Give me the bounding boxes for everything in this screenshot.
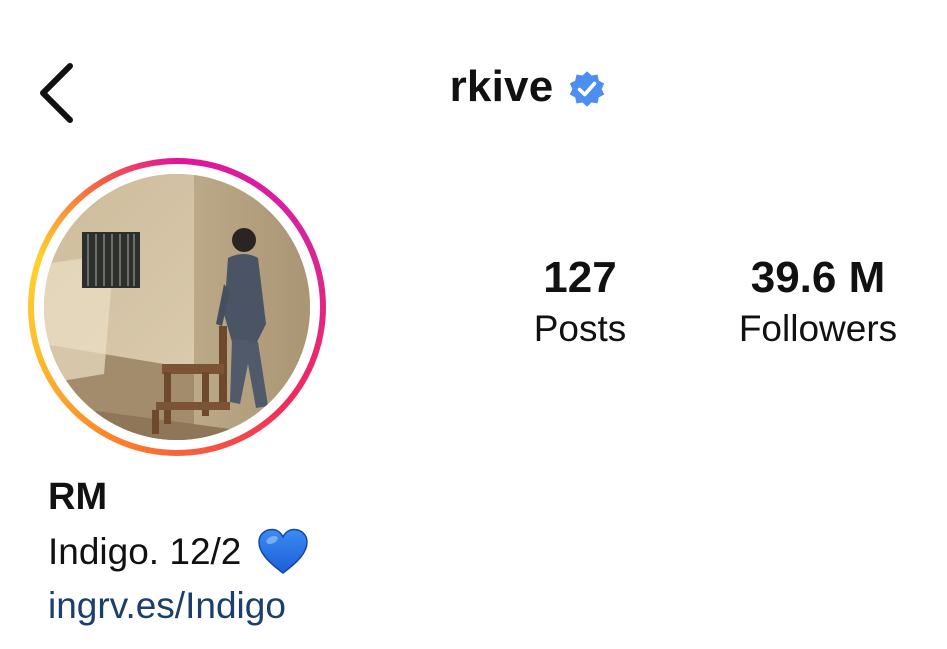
avatar-photo xyxy=(44,174,310,440)
posts-label: Posts xyxy=(533,308,627,349)
profile-username: rkive xyxy=(449,62,554,111)
profile-external-link[interactable]: ingrv.es/Indigo xyxy=(48,585,286,627)
profile-avatar-story-ring[interactable] xyxy=(28,158,326,456)
followers-label: Followers xyxy=(738,308,898,349)
blue-heart-icon xyxy=(258,528,309,574)
posts-count: 127 xyxy=(543,253,617,302)
followers-count: 39.6 M xyxy=(750,253,886,302)
followers-count-stat[interactable]: 39.6 M Followers xyxy=(718,250,918,352)
avatar-ring-gap xyxy=(34,164,320,450)
profile-display-name: RM xyxy=(48,476,108,518)
verified-badge-icon xyxy=(570,71,605,107)
profile-bio-text: Indigo. 12/2 xyxy=(48,531,242,572)
posts-count-stat[interactable]: 127 Posts xyxy=(500,250,660,352)
profile-bio: Indigo. 12/2 xyxy=(48,528,309,576)
profile-header: rkive xyxy=(0,62,947,112)
avatar xyxy=(44,174,310,440)
